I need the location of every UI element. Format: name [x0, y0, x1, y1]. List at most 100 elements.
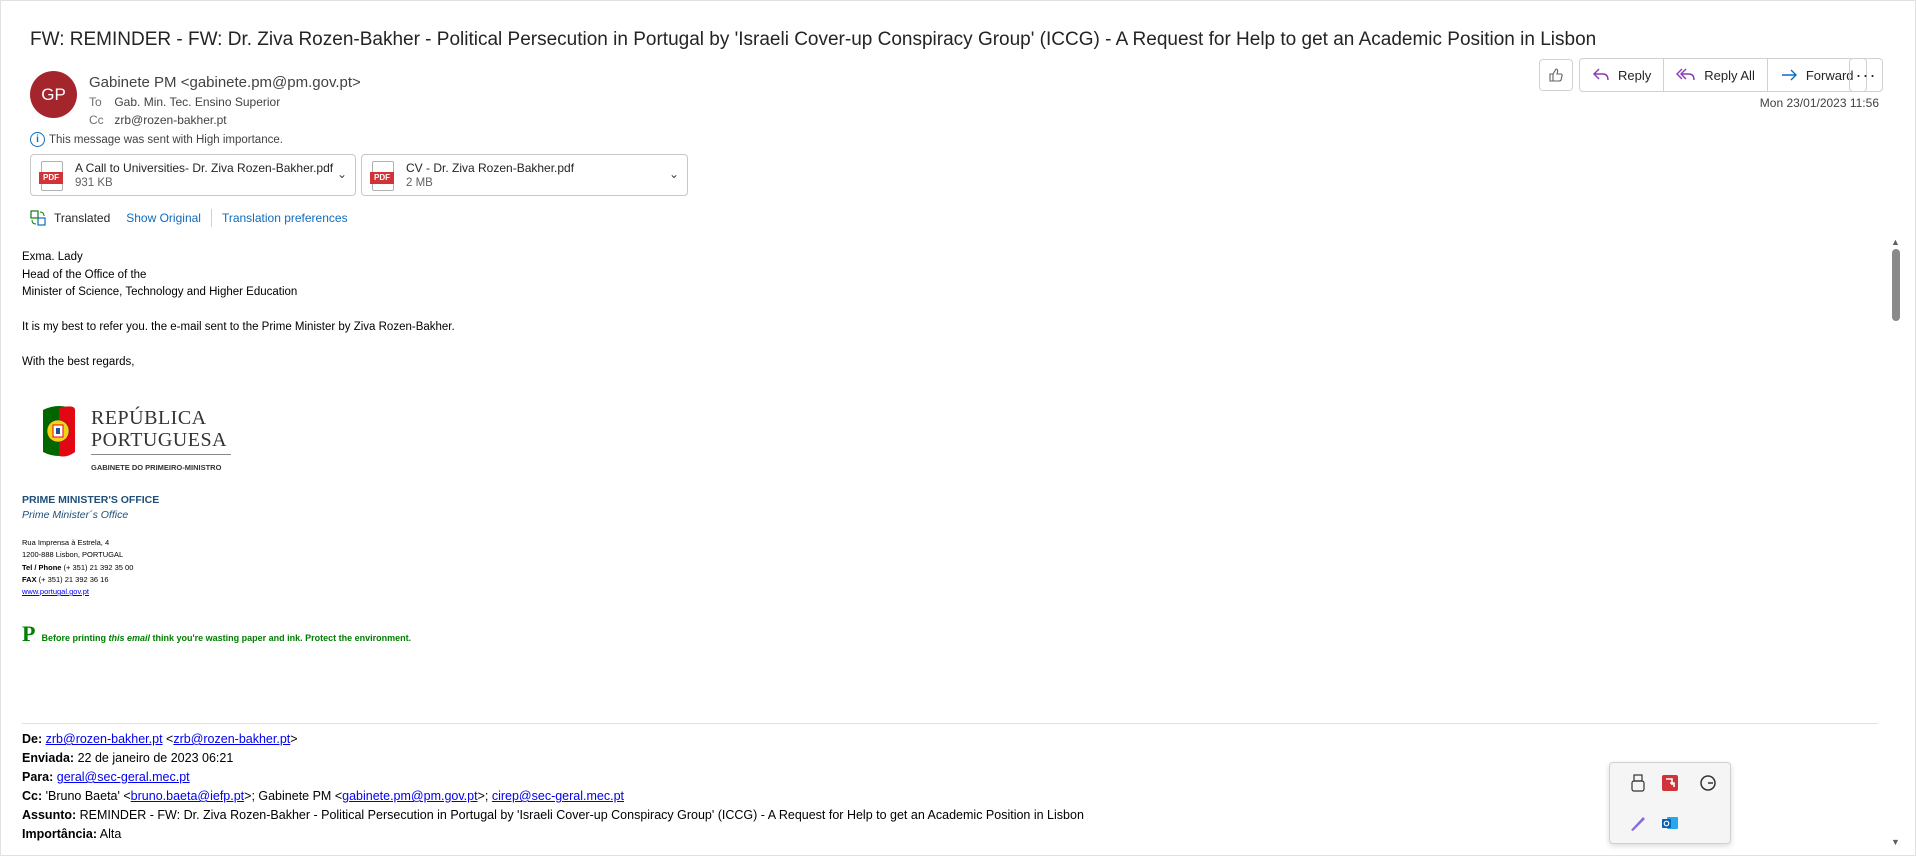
importance-text: This message was sent with High importan…	[49, 133, 283, 146]
eco-text: think you're wasting paper and ink. Prot…	[149, 633, 412, 643]
attachment-name: CV - Dr. Ziva Rozen-Bakher.pdf	[406, 161, 575, 175]
fwd-value: >; Gabinete PM <	[244, 789, 343, 803]
fwd-label: Enviada:	[22, 751, 75, 765]
body-line: Head of the Office of the	[22, 268, 147, 281]
attachment-card[interactable]: PDF A Call to Universities- Dr. Ziva Roz…	[30, 154, 356, 196]
like-button[interactable]	[1539, 59, 1573, 91]
show-original-link[interactable]: Show Original	[126, 211, 201, 225]
cc-recipient[interactable]: zrb@rozen-bakher.pt	[114, 113, 226, 127]
thumbs-up-icon	[1549, 68, 1563, 82]
email-link[interactable]: gabinete.pm@pm.gov.pt	[342, 789, 477, 803]
scroll-down-arrow-icon[interactable]: ▼	[1891, 837, 1900, 847]
scroll-up-arrow-icon[interactable]: ▲	[1891, 237, 1900, 247]
attachment-size: 2 MB	[406, 177, 433, 189]
eco-notice: P Before printing this email think you'r…	[22, 621, 411, 647]
logo-subtitle: GABINETE DO PRIMEIRO-MINISTRO	[91, 463, 222, 472]
attachment-name: A Call to Universities- Dr. Ziva Rozen-B…	[75, 161, 334, 175]
signature-fax: FAX (+ 351) 21 392 36 16	[22, 575, 109, 584]
fwd-value: 'Bruno Baeta' <	[42, 789, 131, 803]
republica-portuguesa-logo: REPÚBLICA PORTUGUESA GABINETE DO PRIMEIR…	[39, 404, 231, 472]
fwd-sent: Enviada: 22 de janeiro de 2023 06:21	[22, 749, 1084, 768]
fwd-importance: Importância: Alta	[22, 825, 1084, 844]
email-link[interactable]: zrb@rozen-bakher.pt	[173, 732, 290, 746]
body-message: It is my best to refer you. the e-mail s…	[22, 321, 455, 333]
translation-bar: Translated Show Original Translation pre…	[30, 209, 348, 227]
eco-text-em: this email	[108, 633, 150, 643]
scrollbar-thumb[interactable]	[1892, 249, 1900, 321]
outlook-icon[interactable]	[1660, 813, 1680, 833]
email-link[interactable]: zrb@rozen-bakher.pt	[46, 732, 163, 746]
reply-all-label: Reply All	[1704, 67, 1755, 83]
email-link[interactable]: cirep@sec-geral.mec.pt	[492, 789, 624, 803]
website-link[interactable]: www.portugal.gov.pt	[22, 587, 89, 596]
reply-button[interactable]: Reply	[1580, 59, 1665, 91]
tel-label: Tel / Phone	[22, 563, 62, 572]
to-label: To	[89, 95, 102, 109]
sender-name[interactable]: Gabinete PM <gabinete.pm@pm.gov.pt>	[89, 74, 361, 91]
fwd-label: De:	[22, 732, 43, 746]
email-link[interactable]: bruno.baeta@iefp.pt	[131, 789, 244, 803]
fwd-subject: Assunto: REMINDER - FW: Dr. Ziva Rozen-B…	[22, 806, 1084, 825]
vertical-scrollbar[interactable]: ▲ ▼	[1889, 233, 1903, 853]
signature-phone: Tel / Phone (+ 351) 21 392 35 00	[22, 563, 133, 572]
info-icon: i	[30, 132, 45, 147]
reply-label: Reply	[1618, 67, 1652, 83]
pdf-app-icon[interactable]	[1660, 773, 1680, 793]
logo-text-line1: REPÚBLICA	[91, 407, 207, 429]
chevron-down-icon[interactable]: ⌄	[337, 167, 347, 181]
reply-toolbar: Reply Reply All Forward	[1579, 58, 1867, 92]
forward-icon	[1781, 69, 1797, 81]
body-greeting: Exma. Lady	[22, 251, 83, 263]
eco-text: Before printing	[41, 633, 109, 643]
cc-label: Cc	[89, 113, 104, 127]
signature-address: 1200-888 Lisbon, PORTUGAL	[22, 550, 124, 559]
chevron-down-icon[interactable]: ⌄	[669, 167, 679, 181]
tel-value: (+ 351) 21 392 35 00	[61, 563, 134, 572]
reply-all-button[interactable]: Reply All	[1664, 59, 1768, 91]
email-reading-pane: FW: REMINDER - FW: Dr. Ziva Rozen-Bakher…	[0, 0, 1916, 856]
email-subject: FW: REMINDER - FW: Dr. Ziva Rozen-Bakher…	[30, 29, 1597, 50]
cc-line: Cc zrb@rozen-bakher.pt	[89, 113, 227, 127]
email-link[interactable]: geral@sec-geral.mec.pt	[57, 770, 190, 784]
system-tray-overflow	[1609, 762, 1731, 844]
grammarly-icon[interactable]	[1698, 773, 1718, 793]
translate-icon	[30, 210, 46, 226]
pen-icon[interactable]	[1628, 813, 1648, 833]
eco-symbol: P	[22, 621, 36, 646]
to-recipient[interactable]: Gab. Min. Tec. Ensino Superior	[114, 95, 280, 109]
sent-date: Mon 23/01/2023 11:56	[1759, 96, 1879, 110]
forwarded-header: De: zrb@rozen-bakher.pt <zrb@rozen-bakhe…	[22, 730, 1084, 844]
usb-drive-icon[interactable]	[1628, 773, 1648, 793]
fwd-label: Para:	[22, 770, 54, 784]
translation-preferences-link[interactable]: Translation preferences	[222, 211, 348, 225]
pdf-icon: PDF	[39, 161, 63, 191]
coat-of-arms-icon	[43, 406, 75, 457]
reply-icon	[1593, 68, 1609, 81]
body-closing: With the best regards,	[22, 356, 135, 368]
importance-banner: i This message was sent with High import…	[30, 132, 283, 147]
fax-label: FAX	[22, 575, 37, 584]
body-line: Minister of Science, Technology and High…	[22, 286, 298, 298]
attachment-card[interactable]: PDF CV - Dr. Ziva Rozen-Bakher.pdf 2 MB …	[361, 154, 688, 196]
signature-office: PRIME MINISTER'S OFFICE	[22, 494, 160, 506]
more-horizontal-icon: ···	[1855, 64, 1877, 85]
divider	[210, 209, 212, 227]
fwd-to: Para: geral@sec-geral.mec.pt	[22, 768, 1084, 787]
fwd-value: 22 de janeiro de 2023 06:21	[74, 751, 234, 765]
fwd-label: Cc:	[22, 789, 43, 803]
fwd-from: De: zrb@rozen-bakher.pt <zrb@rozen-bakhe…	[22, 732, 298, 746]
attachment-size: 931 KB	[75, 177, 113, 189]
signature-address: Rua Imprensa à Estrela, 4	[22, 538, 110, 547]
fwd-value: REMINDER - FW: Dr. Ziva Rozen-Bakher - P…	[76, 808, 1084, 822]
fwd-cc: Cc: 'Bruno Baeta' <bruno.baeta@iefp.pt>;…	[22, 787, 1084, 806]
divider	[22, 723, 1878, 724]
avatar[interactable]: GP	[30, 71, 77, 118]
more-actions-button[interactable]: ···	[1849, 58, 1883, 92]
translated-status: Translated	[54, 211, 111, 225]
fwd-label: Importância:	[22, 827, 98, 841]
fwd-value: Alta	[97, 827, 122, 841]
reply-all-icon	[1676, 68, 1695, 81]
logo-text-line2: PORTUGUESA	[91, 429, 228, 451]
forward-label: Forward	[1805, 67, 1854, 83]
fwd-label: Assunto:	[22, 808, 77, 822]
